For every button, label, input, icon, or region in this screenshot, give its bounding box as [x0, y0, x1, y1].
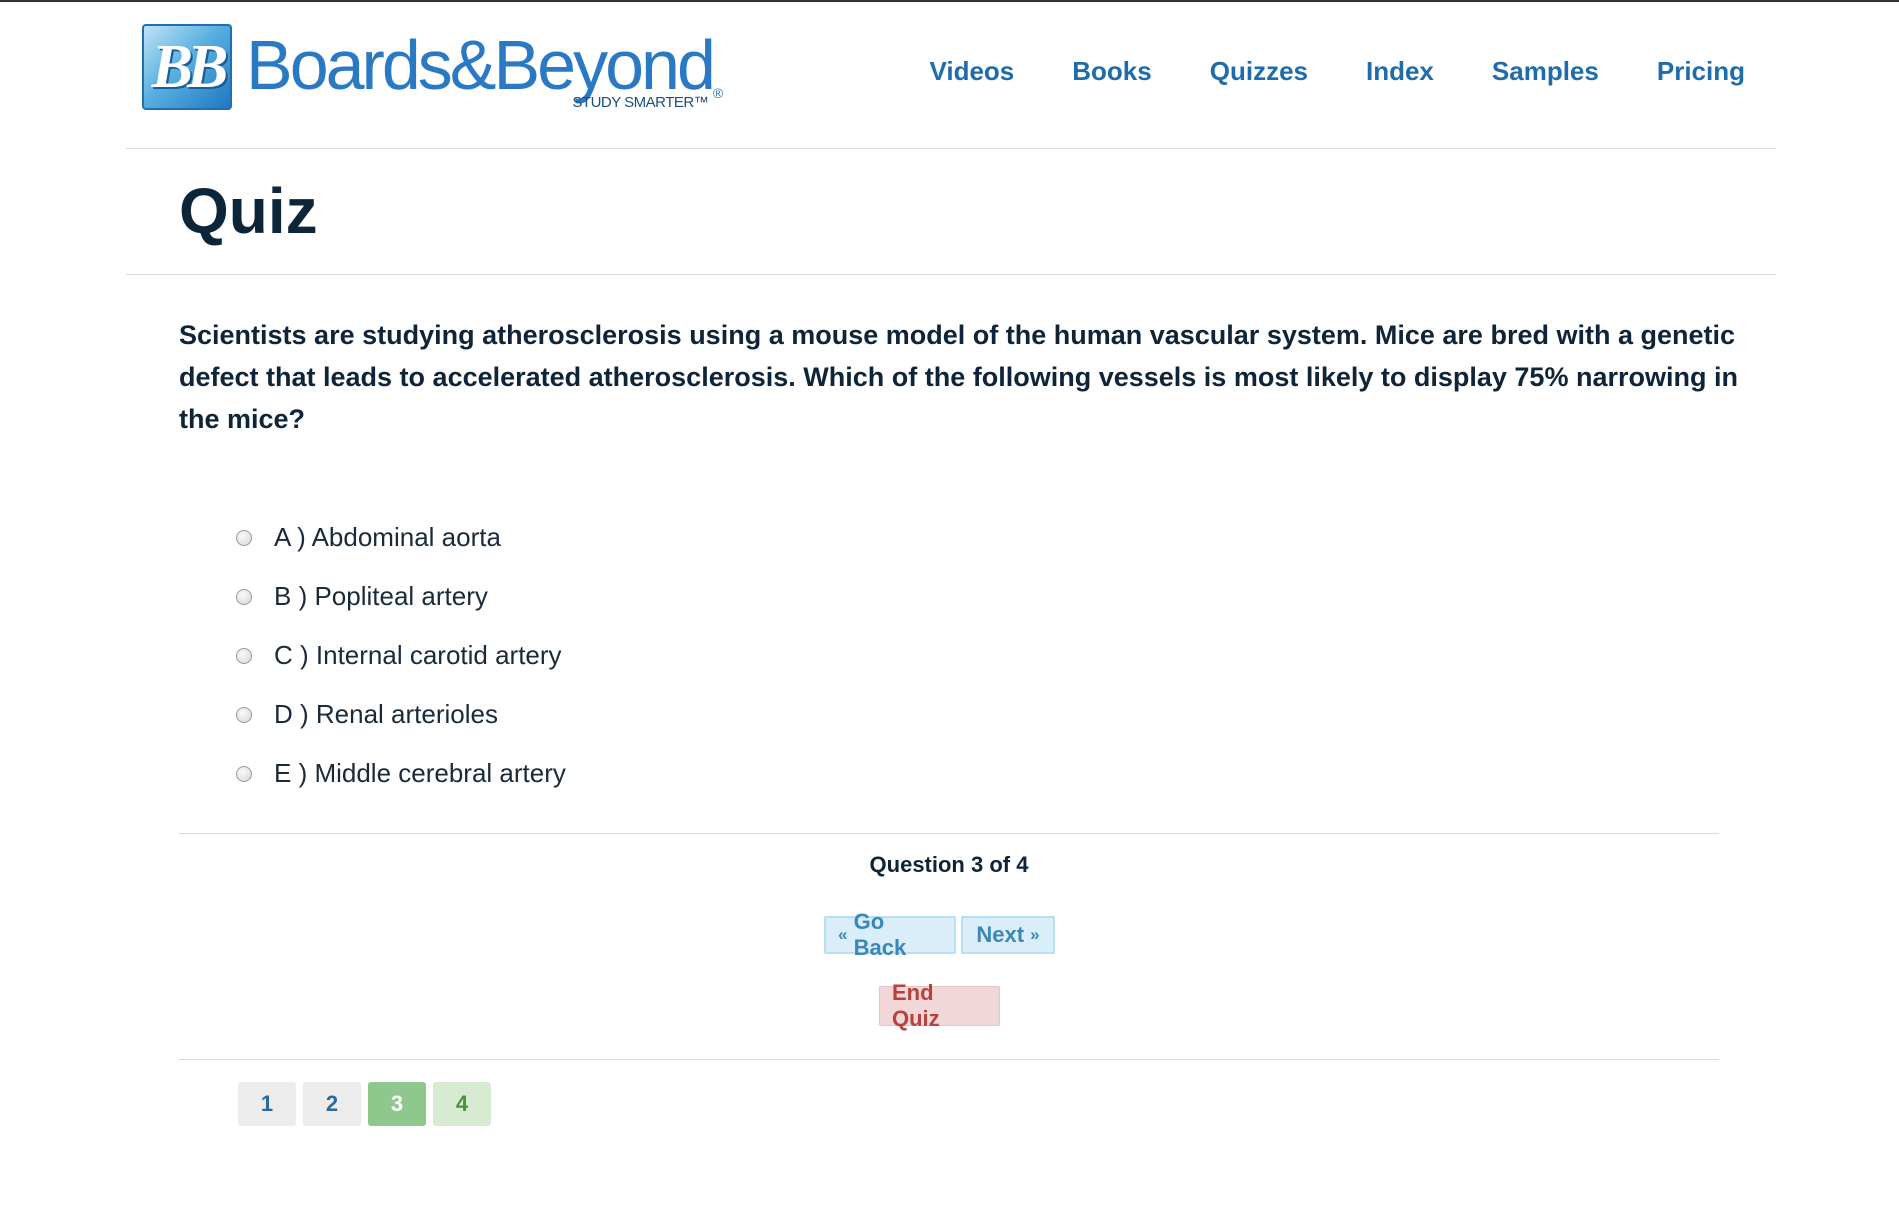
page-title: Quiz: [179, 175, 318, 247]
answer-option-b[interactable]: B ) Popliteal artery: [236, 567, 566, 626]
nav-link-samples[interactable]: Samples: [1492, 56, 1599, 87]
answer-option-label: D ) Renal arterioles: [274, 699, 498, 729]
nav-link-books[interactable]: Books: [1072, 56, 1151, 87]
brand-name-text: Boards&Beyond: [246, 26, 716, 104]
footer-divider: [179, 1059, 1719, 1060]
left-chevron-icon: «: [838, 925, 848, 944]
header-divider: [126, 148, 1776, 149]
logo-mark: BB: [142, 24, 232, 110]
end-quiz-button[interactable]: End Quiz: [879, 980, 1000, 1031]
page-button-2[interactable]: 2: [303, 1082, 361, 1126]
radio-button[interactable]: [236, 706, 252, 723]
answer-option-e[interactable]: E ) Middle cerebral artery: [236, 744, 566, 803]
nav-link-index[interactable]: Index: [1366, 56, 1434, 87]
top-border: [0, 0, 1899, 2]
page-button-1[interactable]: 1: [238, 1082, 296, 1126]
main-nav: Videos Books Quizzes Index Samples Prici…: [871, 56, 1745, 87]
go-back-label: Go Back: [853, 909, 907, 960]
answer-option-label: E ) Middle cerebral artery: [274, 758, 566, 788]
answer-option-a[interactable]: A ) Abdominal aorta: [236, 508, 566, 567]
radio-button[interactable]: [236, 765, 252, 782]
next-label: Next: [976, 922, 1025, 947]
answer-option-c[interactable]: C ) Internal carotid artery: [236, 626, 566, 685]
registered-mark: ®: [712, 85, 723, 101]
brand-logo[interactable]: BB Boards&Beyond® STUDY SMARTER™: [142, 24, 723, 112]
nav-link-quizzes[interactable]: Quizzes: [1210, 56, 1308, 87]
radio-button[interactable]: [236, 588, 252, 605]
title-divider: [126, 274, 1776, 275]
answer-option-label: C ) Internal carotid artery: [274, 640, 562, 670]
radio-button[interactable]: [236, 529, 252, 546]
nav-link-pricing[interactable]: Pricing: [1657, 56, 1745, 87]
logo-wordmark: Boards&Beyond® STUDY SMARTER™: [246, 24, 723, 112]
question-text: Scientists are studying atherosclerosis …: [179, 320, 1738, 434]
answer-option-d[interactable]: D ) Renal arterioles: [236, 685, 566, 744]
answer-option-label: A ) Abdominal aorta: [274, 522, 501, 552]
next-button[interactable]: Next »: [961, 916, 1055, 954]
page-button-3-current[interactable]: 3: [368, 1082, 426, 1126]
brand-name: Boards&Beyond®: [246, 30, 723, 101]
question-navigation: « Go Back Next »: [824, 909, 1055, 960]
go-back-button[interactable]: « Go Back: [824, 909, 956, 960]
options-divider: [179, 833, 1719, 834]
nav-link-videos[interactable]: Videos: [929, 56, 1014, 87]
page-button-4[interactable]: 4: [433, 1082, 491, 1126]
radio-button[interactable]: [236, 647, 252, 664]
answer-options: A ) Abdominal aorta B ) Popliteal artery…: [236, 508, 566, 803]
answer-option-label: B ) Popliteal artery: [274, 581, 488, 611]
brand-tagline: STUDY SMARTER™: [572, 94, 709, 111]
question-pager: 1 2 3 4: [238, 1082, 498, 1126]
right-chevron-icon: »: [1030, 925, 1040, 944]
question-progress: Question 3 of 4: [869, 852, 1029, 877]
